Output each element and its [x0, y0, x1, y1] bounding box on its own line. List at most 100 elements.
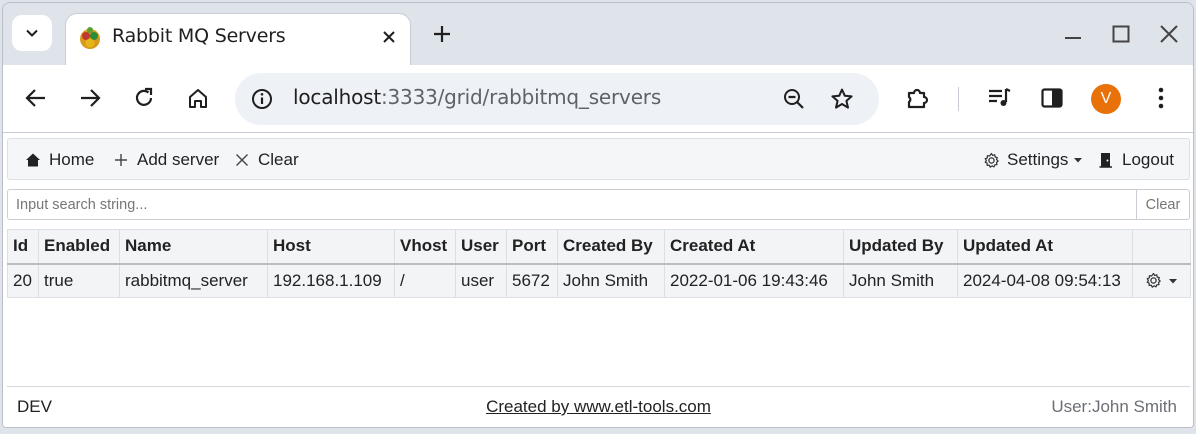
- cell-id: 20: [7, 263, 39, 298]
- menu-settings[interactable]: Settings: [982, 149, 1083, 171]
- more-menu-button[interactable]: [1146, 83, 1176, 113]
- plus-icon: [112, 151, 130, 169]
- home-icon: [189, 89, 207, 108]
- column-header-host[interactable]: Host: [267, 229, 395, 265]
- menu-home-label: Home: [49, 150, 95, 169]
- puzzle-icon: [907, 88, 929, 109]
- tab-title: Rabbit MQ Servers: [112, 25, 286, 47]
- star-icon: [831, 88, 853, 109]
- column-header-created-by[interactable]: Created By: [557, 229, 665, 265]
- cell-host: 192.168.1.109: [267, 263, 395, 298]
- page-content: Home Add server Clear Settings Logout In…: [3, 134, 1193, 427]
- tab-search-button[interactable]: [12, 15, 52, 51]
- menu-clear-label: Clear: [258, 150, 299, 169]
- search-clear-button[interactable]: Clear: [1136, 189, 1190, 220]
- new-tab-button[interactable]: [427, 19, 457, 49]
- url-path: :3333/grid/rabbitmq_servers: [380, 85, 662, 109]
- search-input[interactable]: [7, 189, 1137, 220]
- cell-user: user: [455, 263, 507, 298]
- menu-add-server-label: Add server: [137, 150, 220, 169]
- close-window-button[interactable]: [1156, 21, 1182, 47]
- zoom-button[interactable]: [781, 86, 807, 112]
- profile-avatar[interactable]: V: [1091, 84, 1121, 114]
- browser-window: Rabbit MQ Servers localhost:3333/grid/ra…: [2, 2, 1194, 428]
- url-host: localhost: [293, 85, 381, 109]
- browser-toolbar: localhost:3333/grid/rabbitmq_servers V: [3, 65, 1193, 133]
- browser-tab-active[interactable]: Rabbit MQ Servers: [65, 13, 411, 65]
- info-icon: [252, 89, 272, 109]
- search-bar: Clear: [7, 189, 1190, 220]
- table-row[interactable]: 20 true rabbitmq_server 192.168.1.109 / …: [7, 263, 1191, 298]
- menu-home[interactable]: Home: [24, 149, 94, 171]
- menu-add-server[interactable]: Add server: [112, 149, 219, 171]
- credit-link[interactable]: Created by www.etl-tools.com: [7, 397, 1190, 417]
- caret-down-icon: [1074, 158, 1083, 163]
- bookmark-button[interactable]: [829, 86, 855, 112]
- media-controls-button[interactable]: [984, 83, 1014, 113]
- column-header-port[interactable]: Port: [506, 229, 558, 265]
- plus-icon: [434, 26, 450, 42]
- home-icon: [24, 151, 42, 169]
- servers-grid: Id Enabled Name Host Vhost User Port Cre…: [7, 229, 1191, 298]
- app-menubar: Home Add server Clear Settings Logout: [7, 138, 1190, 180]
- row-actions-button[interactable]: [1138, 272, 1185, 289]
- menu-clear[interactable]: Clear: [233, 149, 299, 171]
- cell-created-by: John Smith: [557, 263, 665, 298]
- arrow-left-icon: [25, 89, 45, 107]
- menu-logout[interactable]: Logout: [1097, 149, 1174, 171]
- door-icon: [1097, 151, 1115, 169]
- reload-icon: [135, 87, 153, 106]
- column-header-user[interactable]: User: [455, 229, 507, 265]
- address-bar[interactable]: localhost:3333/grid/rabbitmq_servers: [235, 73, 879, 125]
- cell-created-at: 2022-01-06 19:43:46: [664, 263, 844, 298]
- cell-updated-at: 2024-04-08 09:54:13: [957, 263, 1133, 298]
- side-panel-icon: [1041, 88, 1063, 108]
- side-panel-button[interactable]: [1037, 83, 1067, 113]
- close-tab-button[interactable]: [378, 26, 400, 48]
- current-user-label: User:John Smith: [1051, 397, 1177, 416]
- toolbar-divider: [958, 87, 959, 111]
- cell-actions: [1132, 263, 1191, 298]
- minimize-button[interactable]: [1060, 21, 1086, 47]
- cell-name: rabbitmq_server: [119, 263, 268, 298]
- back-button[interactable]: [21, 83, 51, 113]
- menu-logout-label: Logout: [1122, 150, 1174, 169]
- column-header-updated-at[interactable]: Updated At: [957, 229, 1133, 265]
- column-header-created-at[interactable]: Created At: [664, 229, 844, 265]
- column-header-enabled[interactable]: Enabled: [38, 229, 120, 265]
- maximize-button[interactable]: [1108, 21, 1134, 47]
- media-controls-icon: [989, 88, 1011, 106]
- rabbit-favicon-icon: [80, 27, 100, 49]
- minimize-icon: [1065, 37, 1081, 39]
- tab-strip: Rabbit MQ Servers: [3, 3, 1193, 65]
- column-header-vhost[interactable]: Vhost: [394, 229, 456, 265]
- app-footer: DEV Created by www.etl-tools.com User:Jo…: [7, 386, 1190, 426]
- extensions-button[interactable]: [903, 83, 933, 113]
- forward-button[interactable]: [75, 83, 105, 113]
- site-info-button[interactable]: [249, 86, 275, 112]
- maximize-icon: [1112, 25, 1130, 43]
- close-icon: [233, 151, 251, 169]
- column-header-updated-by[interactable]: Updated By: [843, 229, 958, 265]
- arrow-right-icon: [81, 89, 101, 107]
- column-header-id[interactable]: Id: [7, 229, 39, 265]
- column-header-name[interactable]: Name: [119, 229, 268, 265]
- close-icon: [383, 31, 395, 43]
- gear-icon: [1146, 273, 1161, 289]
- zoom-out-icon: [784, 89, 804, 109]
- cell-updated-by: John Smith: [843, 263, 958, 298]
- caret-down-icon: [1169, 278, 1177, 284]
- column-header-actions: [1132, 229, 1191, 265]
- cell-port: 5672: [506, 263, 558, 298]
- grid-header-row: Id Enabled Name Host Vhost User Port Cre…: [7, 229, 1191, 265]
- close-icon: [1160, 25, 1178, 43]
- gear-icon: [982, 151, 1000, 169]
- reload-button[interactable]: [129, 83, 159, 113]
- cell-enabled: true: [38, 263, 120, 298]
- menu-settings-label: Settings: [1007, 150, 1069, 169]
- home-button[interactable]: [183, 83, 213, 113]
- cell-vhost: /: [394, 263, 456, 298]
- chevron-down-icon: [26, 29, 38, 37]
- kebab-menu-icon: [1158, 87, 1164, 109]
- url-text[interactable]: localhost:3333/grid/rabbitmq_servers: [293, 85, 661, 109]
